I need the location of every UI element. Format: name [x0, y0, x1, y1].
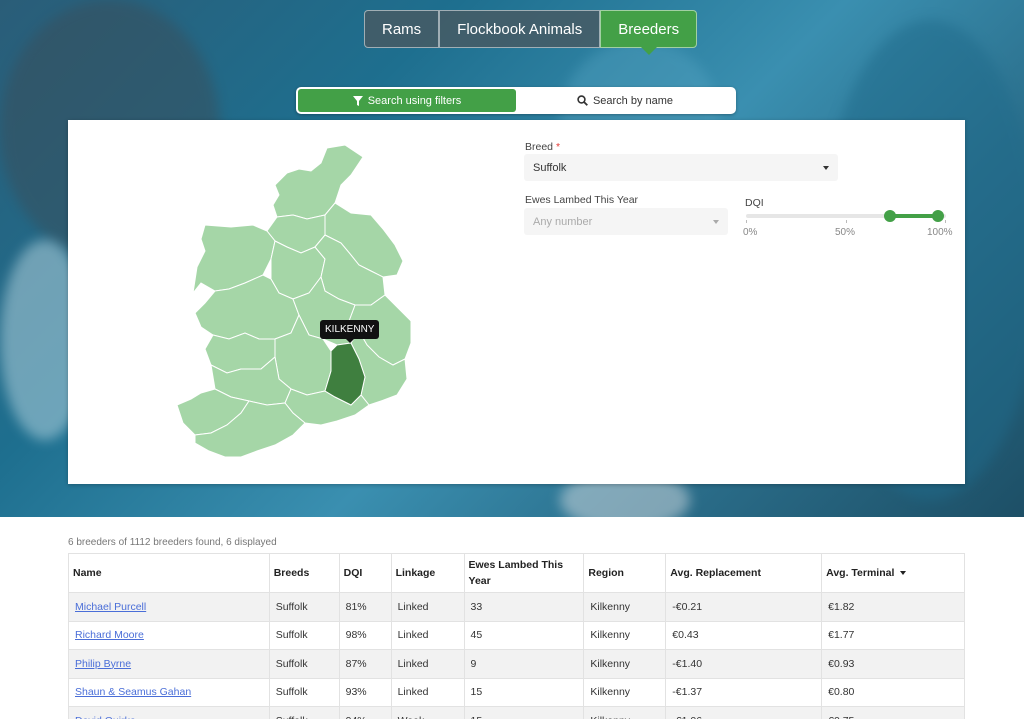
tab-breeders[interactable]: Breeders — [600, 10, 698, 55]
col-header-region[interactable]: Region — [583, 553, 667, 593]
filter-icon — [352, 95, 363, 106]
col-header-dqi[interactable]: DQI — [338, 553, 392, 593]
cell-avg-terminal: €0.75 — [821, 706, 965, 719]
ewes-lambed-select-value: Any number — [533, 215, 593, 228]
breeder-link[interactable]: Michael Purcell — [75, 601, 146, 613]
chevron-down-icon — [713, 219, 719, 224]
search-icon — [577, 95, 588, 106]
cell-dqi: 94% — [338, 706, 392, 719]
cell-name: Philip Byrne — [68, 649, 270, 679]
cell-linkage: Linked — [390, 620, 465, 650]
cell-name: Shaun & Seamus Gahan — [68, 677, 270, 707]
slider-tick — [746, 220, 747, 223]
cell-linkage: Linked — [390, 677, 465, 707]
dqi-slider-track[interactable] — [746, 210, 946, 222]
breed-label: Breed * — [525, 141, 561, 153]
sort-desc-icon — [900, 571, 907, 576]
table-row: Michael Purcell Suffolk 81% Linked 33 Kilkenn… — [68, 592, 965, 622]
ireland-county-map[interactable] — [175, 143, 415, 461]
cell-region: Kilkenny — [583, 592, 667, 622]
table-header-row: Name Breeds DQI Linkage Ewes Lambed This… — [68, 553, 965, 593]
cell-region: Kilkenny — [583, 706, 667, 719]
col-header-name[interactable]: Name — [68, 553, 270, 593]
cell-dqi: 98% — [338, 620, 392, 650]
cell-region: Kilkenny — [583, 649, 667, 679]
cell-ewes-lambed: 9 — [463, 649, 585, 679]
table-row: Philip Byrne Suffolk 87% Linked 9 Kilkenny -€1… — [68, 649, 965, 679]
cell-linkage: Weak — [390, 706, 465, 719]
cell-ewes-lambed: 15 — [463, 677, 585, 707]
cell-breeds: Suffolk — [268, 620, 340, 650]
breeder-link[interactable]: Shaun & Seamus Gahan — [75, 686, 191, 698]
col-header-avg-replacement[interactable]: Avg. Replacement — [665, 553, 823, 593]
table-row: Shaun & Seamus Gahan Suffolk 93% Linked 15 Ki… — [68, 677, 965, 707]
cell-avg-replacement: -€1.40 — [665, 649, 823, 679]
col-header-linkage[interactable]: Linkage — [390, 553, 465, 593]
cell-ewes-lambed: 15 — [463, 706, 585, 719]
col-header-ewes-lambed[interactable]: Ewes Lambed This Year — [463, 553, 585, 593]
required-marker: * — [555, 141, 561, 153]
cell-dqi: 81% — [338, 592, 392, 622]
dqi-tick-100: 100% — [927, 227, 953, 238]
cell-linkage: Linked — [390, 592, 465, 622]
breeder-link[interactable]: David Quirke — [75, 715, 136, 719]
cell-avg-terminal: €1.77 — [821, 620, 965, 650]
tab-rams[interactable]: Rams — [364, 10, 440, 48]
dqi-tick-0: 0% — [743, 227, 758, 238]
cell-region: Kilkenny — [583, 677, 667, 707]
breed-select-value: Suffolk — [533, 161, 567, 174]
chevron-down-icon — [823, 165, 829, 170]
county-tooltip: KILKENNY — [320, 320, 380, 343]
search-mode-toggle: Search using filters Search by name — [296, 87, 736, 114]
cell-ewes-lambed: 33 — [463, 592, 585, 622]
dqi-tick-50: 50% — [835, 227, 856, 238]
ewes-lambed-select[interactable]: Any number — [524, 208, 728, 235]
cell-ewes-lambed: 45 — [463, 620, 585, 650]
cell-avg-terminal: €0.93 — [821, 649, 965, 679]
cell-avg-replacement: €0.43 — [665, 620, 823, 650]
slider-tick — [945, 220, 946, 223]
cell-breeds: Suffolk — [268, 592, 340, 622]
results-summary: 6 breeders of 1112 breeders found, 6 dis… — [68, 537, 277, 548]
tab-flockbook-animals[interactable]: Flockbook Animals — [439, 10, 601, 48]
search-filters-button[interactable]: Search using filters — [298, 89, 516, 112]
cell-avg-replacement: -€0.21 — [665, 592, 823, 622]
breeder-link[interactable]: Philip Byrne — [75, 658, 131, 670]
cell-name: Michael Purcell — [68, 592, 270, 622]
cell-dqi: 93% — [338, 677, 392, 707]
dqi-slider-max-handle[interactable] — [932, 210, 944, 222]
cell-avg-replacement: -€1.37 — [665, 677, 823, 707]
avg-terminal-label: Avg. Terminal — [826, 567, 895, 579]
dqi-slider-range — [890, 214, 938, 218]
search-filters-label: Search using filters — [367, 94, 462, 107]
county-donegal[interactable] — [272, 144, 364, 220]
breeders-table: Name Breeds DQI Linkage Ewes Lambed This… — [68, 553, 965, 719]
cell-avg-replacement: -€1.06 — [665, 706, 823, 719]
col-header-avg-terminal[interactable]: Avg. Terminal — [821, 553, 965, 593]
table-row: David Quirke Suffolk94%Weak15Kilkenny-€1.… — [68, 706, 965, 719]
ewes-lambed-label: Ewes Lambed This Year — [525, 194, 639, 206]
col-header-breeds[interactable]: Breeds — [268, 553, 340, 593]
slider-tick — [846, 220, 847, 223]
dqi-slider-min-handle[interactable] — [884, 210, 896, 222]
cell-breeds: Suffolk — [268, 677, 340, 707]
breeder-link[interactable]: Richard Moore — [75, 629, 144, 641]
cell-breeds: Suffolk — [268, 649, 340, 679]
cell-breeds: Suffolk — [268, 706, 340, 719]
dqi-label: DQI — [745, 197, 764, 209]
search-name-button[interactable]: Search by name — [516, 89, 734, 112]
cell-region: Kilkenny — [583, 620, 667, 650]
cell-name: David Quirke — [68, 706, 270, 719]
cell-avg-terminal: €0.80 — [821, 677, 965, 707]
cell-name: Richard Moore — [68, 620, 270, 650]
table-row: Richard Moore Suffolk 98% Linked 45 Kilkenny €… — [68, 620, 965, 650]
breed-select[interactable]: Suffolk — [524, 154, 838, 181]
search-name-label: Search by name — [592, 94, 674, 107]
cell-dqi: 87% — [338, 649, 392, 679]
cell-linkage: Linked — [390, 649, 465, 679]
cell-avg-terminal: €1.82 — [821, 592, 965, 622]
breeders-nav-tabs: Rams Flockbook Animals Breeders — [364, 10, 698, 55]
